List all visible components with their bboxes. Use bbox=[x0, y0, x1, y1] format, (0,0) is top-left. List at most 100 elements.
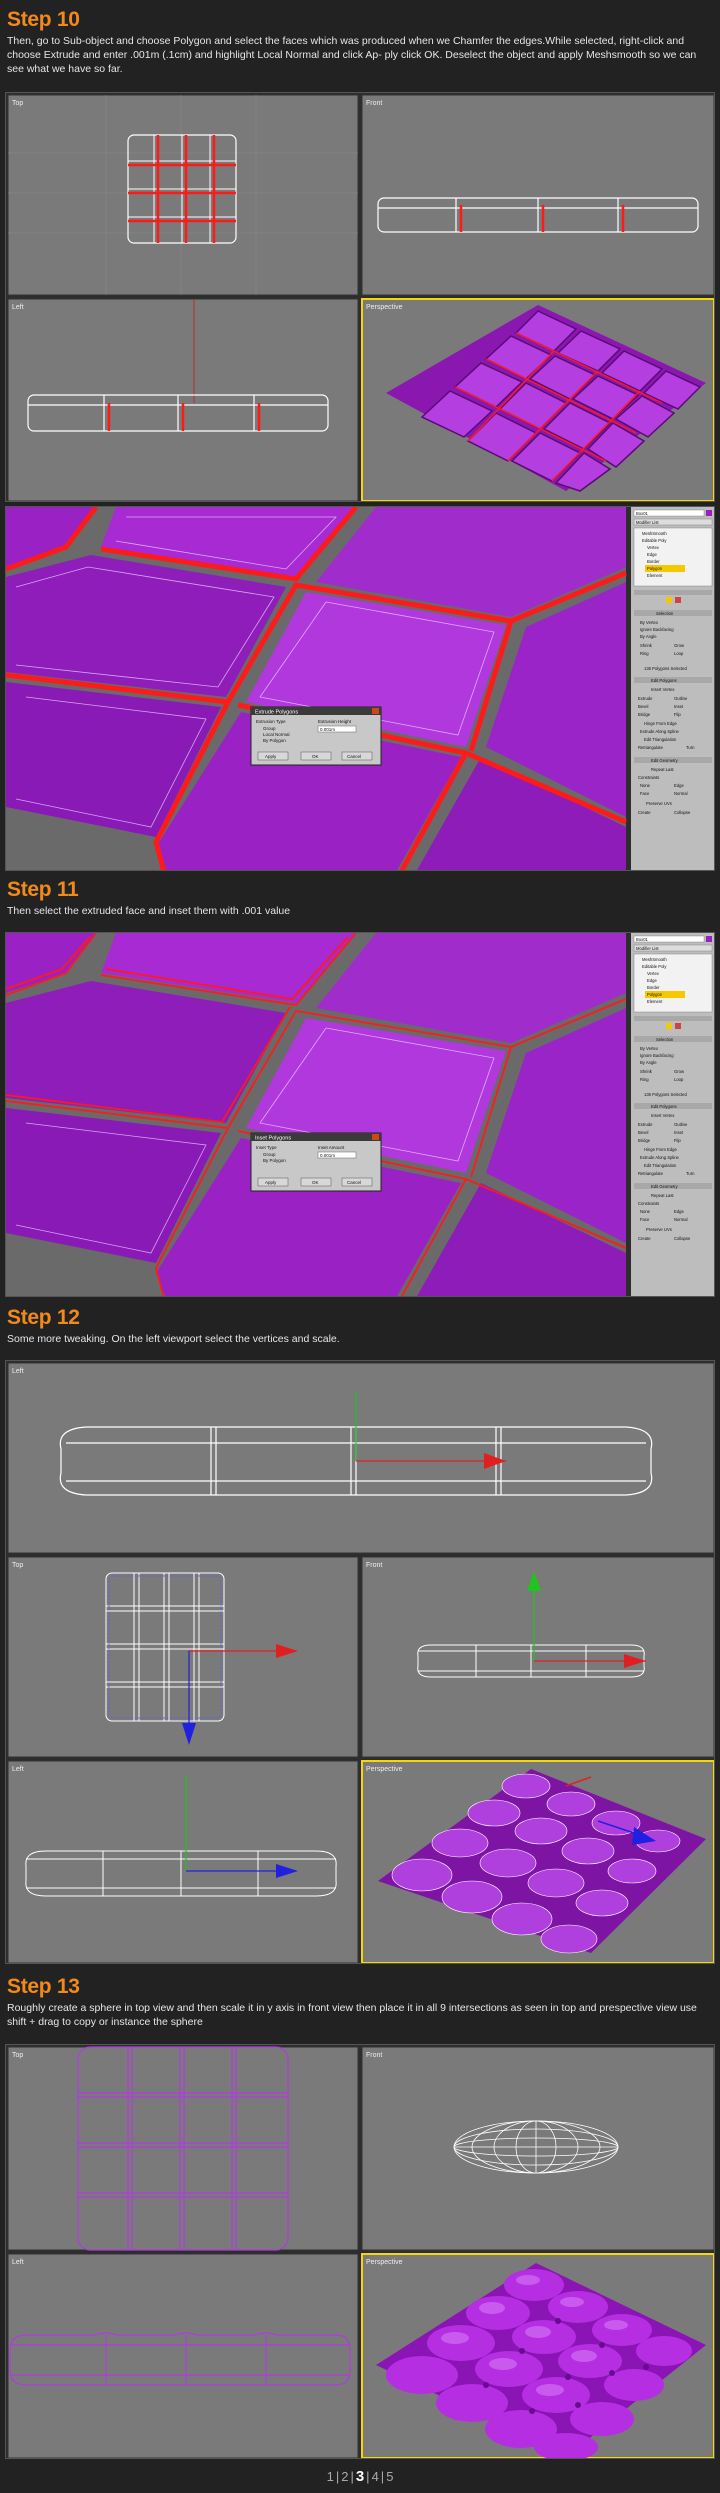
checkbox-ignore-backfacing[interactable]: Ignore Backfacing bbox=[640, 627, 674, 632]
inset-button[interactable]: Inset bbox=[674, 704, 684, 709]
create-button[interactable]: Create bbox=[638, 810, 651, 815]
polygon-mode-icon[interactable] bbox=[666, 597, 672, 603]
checkbox-by-vertex[interactable]: By Vertex bbox=[640, 1046, 659, 1051]
stack-item[interactable]: MeshSmooth bbox=[642, 957, 667, 962]
hinge-button[interactable]: Hinge From Edge bbox=[644, 721, 677, 726]
stack-item[interactable]: Vertex bbox=[647, 545, 660, 550]
stack-item[interactable]: Border bbox=[647, 559, 660, 564]
turn-button[interactable]: Turn bbox=[686, 1171, 695, 1176]
stack-item[interactable]: Editable Poly bbox=[642, 964, 667, 969]
top-viewport[interactable] bbox=[7, 1556, 359, 1758]
rollout-header[interactable]: Selection bbox=[656, 1037, 674, 1042]
radio-none[interactable]: None bbox=[640, 1209, 651, 1214]
page-link[interactable]: 1 bbox=[325, 2469, 336, 2484]
edit-triangulation-button[interactable]: Edit Triangulation bbox=[644, 1163, 677, 1168]
apply-button[interactable]: Apply bbox=[265, 1180, 277, 1185]
element-mode-icon[interactable] bbox=[675, 1023, 681, 1029]
stack-item[interactable]: Element bbox=[647, 999, 663, 1004]
bevel-button[interactable]: Bevel bbox=[638, 1130, 649, 1135]
rollout-header[interactable]: Edit Geometry bbox=[651, 1184, 679, 1189]
page-link[interactable]: 5 bbox=[384, 2469, 395, 2484]
extrude-button[interactable]: Extrude bbox=[638, 1122, 653, 1127]
inset-dialog[interactable]: Inset Polygons Inset Type Group By Polyg… bbox=[250, 1132, 382, 1192]
rollout-header[interactable]: Edit Polygons bbox=[651, 678, 677, 683]
element-mode-icon[interactable] bbox=[675, 597, 681, 603]
front-viewport[interactable] bbox=[361, 94, 714, 296]
outline-button[interactable]: Outline bbox=[674, 696, 688, 701]
inset-button[interactable]: Inset bbox=[674, 1130, 684, 1135]
checkbox-preserve-uvs[interactable]: Preserve UVs bbox=[646, 801, 672, 806]
repeat-last-button[interactable]: Repeat Last bbox=[651, 1193, 674, 1198]
stack-item[interactable]: Vertex bbox=[647, 971, 660, 976]
radio-face[interactable]: Face bbox=[640, 791, 650, 796]
page-link[interactable]: 4 bbox=[370, 2469, 381, 2484]
stack-item[interactable]: MeshSmooth bbox=[642, 531, 667, 536]
rollout-header[interactable]: Edit Geometry bbox=[651, 758, 679, 763]
page-link[interactable]: 2 bbox=[339, 2469, 350, 2484]
stack-item[interactable]: Element bbox=[647, 573, 663, 578]
insert-vertex-button[interactable]: Insert Vertex bbox=[651, 1113, 675, 1118]
radio-local-normal[interactable]: Local Normal bbox=[263, 732, 290, 737]
top-viewport[interactable] bbox=[7, 94, 359, 296]
cancel-button[interactable]: Cancel bbox=[347, 754, 361, 759]
modifier-list-dropdown[interactable]: Modifier List bbox=[636, 520, 659, 525]
inset-amount-input[interactable]: 0.001m bbox=[320, 1153, 335, 1158]
checkbox-by-angle[interactable]: By Angle bbox=[640, 1060, 657, 1065]
grow-button[interactable]: Grow bbox=[674, 1069, 685, 1074]
radio-none[interactable]: None bbox=[640, 783, 651, 788]
close-icon[interactable] bbox=[372, 708, 379, 714]
close-icon[interactable] bbox=[372, 1134, 379, 1140]
turn-button[interactable]: Turn bbox=[686, 745, 695, 750]
checkbox-by-angle[interactable]: By Angle bbox=[640, 634, 657, 639]
radio-normal[interactable]: Normal bbox=[674, 791, 688, 796]
extrude-dialog[interactable]: Extrude Polygons Extrusion Type Group Lo… bbox=[250, 706, 382, 766]
collapse-button[interactable]: Collapse bbox=[674, 1236, 691, 1241]
bridge-button[interactable]: Bridge bbox=[638, 1138, 651, 1143]
checkbox-ignore-backfacing[interactable]: Ignore Backfacing bbox=[640, 1053, 674, 1058]
checkbox-preserve-uvs[interactable]: Preserve UVs bbox=[646, 1227, 672, 1232]
bridge-button[interactable]: Bridge bbox=[638, 712, 651, 717]
height-input[interactable]: 0.001m bbox=[320, 727, 335, 732]
stack-item[interactable]: Editable Poly bbox=[642, 538, 667, 543]
stack-item[interactable]: Border bbox=[647, 985, 660, 990]
collapse-button[interactable]: Collapse bbox=[674, 810, 691, 815]
outline-button[interactable]: Outline bbox=[674, 1122, 688, 1127]
edit-triangulation-button[interactable]: Edit Triangulation bbox=[644, 737, 677, 742]
hinge-button[interactable]: Hinge From Edge bbox=[644, 1147, 677, 1152]
ring-button[interactable]: Ring bbox=[640, 651, 649, 656]
grow-button[interactable]: Grow bbox=[674, 643, 685, 648]
cancel-button[interactable]: Cancel bbox=[347, 1180, 361, 1185]
checkbox-by-vertex[interactable]: By Vertex bbox=[640, 620, 659, 625]
radio-face[interactable]: Face bbox=[640, 1217, 650, 1222]
stack-item[interactable]: Edge bbox=[647, 978, 657, 983]
radio-group[interactable]: Group bbox=[263, 726, 276, 731]
retriangulate-button[interactable]: Retriangulate bbox=[638, 1171, 664, 1176]
insert-vertex-button[interactable]: Insert Vertex bbox=[651, 687, 675, 692]
radio-normal[interactable]: Normal bbox=[674, 1217, 688, 1222]
polygon-mode-icon[interactable] bbox=[666, 1023, 672, 1029]
ok-button[interactable]: OK bbox=[312, 754, 319, 759]
object-name-field[interactable]: Box01 bbox=[636, 511, 649, 516]
extrude-spline-button[interactable]: Extrude Along Spline bbox=[640, 729, 680, 734]
radio-by-polygon[interactable]: By Polygon bbox=[263, 1158, 286, 1163]
create-button[interactable]: Create bbox=[638, 1236, 651, 1241]
ok-button[interactable]: OK bbox=[312, 1180, 319, 1185]
extrude-button[interactable]: Extrude bbox=[638, 696, 653, 701]
radio-edge[interactable]: Edge bbox=[674, 1209, 684, 1214]
stack-item-active[interactable]: Polygon bbox=[647, 566, 663, 571]
loop-button[interactable]: Loop bbox=[674, 651, 684, 656]
rollout-header[interactable]: Edit Polygons bbox=[651, 1104, 677, 1109]
left-viewport-maximized[interactable] bbox=[7, 1362, 714, 1554]
flip-button[interactable]: Flip bbox=[674, 1138, 681, 1143]
ring-button[interactable]: Ring bbox=[640, 1077, 649, 1082]
radio-by-polygon[interactable]: By Polygon bbox=[263, 738, 286, 743]
bevel-button[interactable]: Bevel bbox=[638, 704, 649, 709]
radio-edge[interactable]: Edge bbox=[674, 783, 684, 788]
shrink-button[interactable]: Shrink bbox=[640, 1069, 653, 1074]
front-viewport[interactable] bbox=[361, 2046, 714, 2251]
extrude-spline-button[interactable]: Extrude Along Spline bbox=[640, 1155, 680, 1160]
retriangulate-button[interactable]: Retriangulate bbox=[638, 745, 664, 750]
flip-button[interactable]: Flip bbox=[674, 712, 681, 717]
loop-button[interactable]: Loop bbox=[674, 1077, 684, 1082]
stack-item[interactable]: Edge bbox=[647, 552, 657, 557]
